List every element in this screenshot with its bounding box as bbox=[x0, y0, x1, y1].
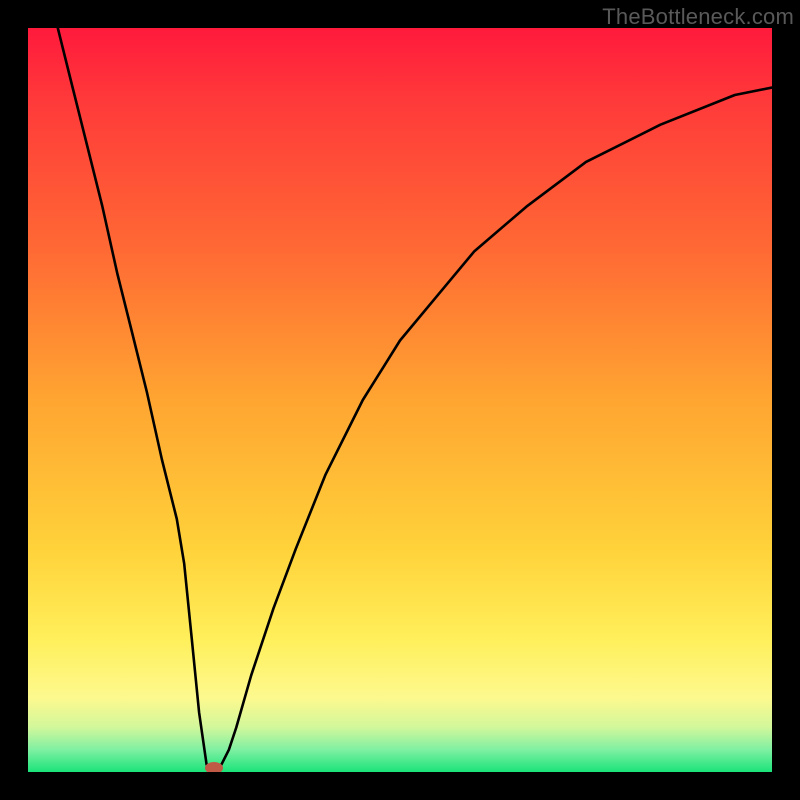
chart-curve-layer bbox=[28, 28, 772, 772]
chart-plot-area bbox=[28, 28, 772, 772]
watermark-text: TheBottleneck.com bbox=[602, 4, 794, 30]
chart-frame: TheBottleneck.com bbox=[0, 0, 800, 800]
bottleneck-curve bbox=[58, 28, 772, 772]
